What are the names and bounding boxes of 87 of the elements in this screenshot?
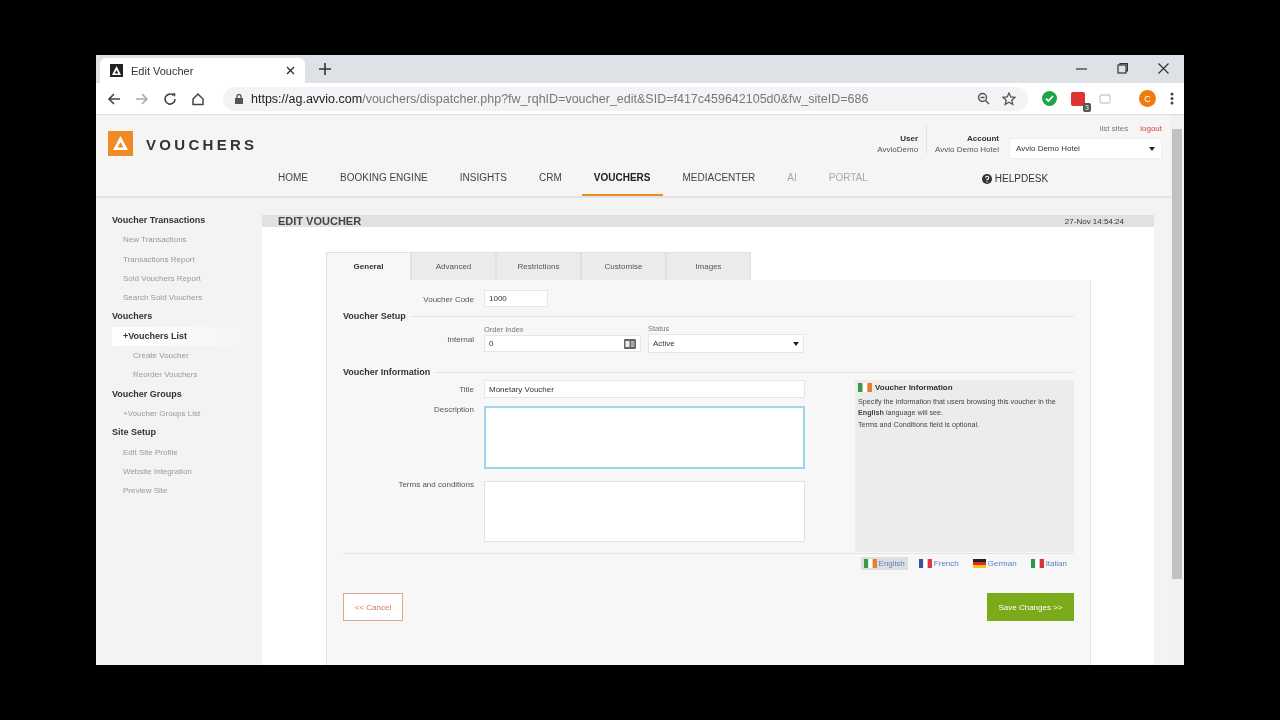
field-label: Description (433, 404, 474, 414)
user-value: AvvioDemo (877, 145, 919, 154)
description-field[interactable] (484, 406, 805, 469)
browser-tab[interactable]: Edit Voucher (100, 58, 305, 83)
url-text: https://ag.avvio.com/vouchers/dispatcher.php?fw_rqhID=voucher_edit&SID=f417c459642105d0&fw_siteID=686 (251, 91, 869, 106)
field-label: Title (458, 384, 474, 394)
language-link[interactable]: English (860, 557, 908, 570)
extension-icon[interactable] (1071, 91, 1085, 106)
save-button[interactable]: Save Changes >> (987, 593, 1074, 621)
language-link[interactable]: French (915, 557, 962, 570)
logout-link[interactable]: logout (1140, 124, 1162, 133)
sidebar-item[interactable]: New Transactions (112, 230, 262, 250)
info-box-title: Voucher Information (875, 383, 953, 392)
nav-link[interactable]: INSIGHTS (447, 161, 520, 196)
calculator-icon[interactable] (624, 338, 636, 349)
sidebar-heading: Voucher Groups (112, 387, 183, 401)
flag-icon (863, 559, 877, 568)
reload-icon[interactable] (163, 91, 177, 106)
flag-icon (972, 559, 986, 568)
field-label: Terms and conditions (397, 479, 474, 489)
list-sites-link[interactable]: list sites (1099, 124, 1129, 133)
language-link[interactable]: Italian (1027, 557, 1070, 570)
field-label: Internal (446, 333, 474, 344)
sidebar-item[interactable]: Preview Site (112, 481, 262, 501)
flag-icon (1030, 559, 1044, 568)
helpdesk-link[interactable]: HELPDESK (981, 161, 1049, 196)
nav-link[interactable]: BOOKING ENGINE (328, 161, 440, 196)
language-link[interactable]: German (969, 557, 1020, 570)
terms-field[interactable] (484, 481, 805, 542)
sidebar-item[interactable]: Reorder Vouchers (112, 365, 262, 385)
timestamp: 27-Nov 14:54:24 (1064, 216, 1124, 226)
logo-icon (110, 64, 123, 77)
lock-icon (235, 93, 243, 104)
help-icon (981, 173, 992, 184)
menu-icon[interactable] (1170, 92, 1174, 105)
cancel-button[interactable]: << Cancel (343, 593, 403, 621)
profile-avatar[interactable]: C (1139, 90, 1156, 107)
back-icon[interactable] (107, 91, 121, 106)
sidebar-item[interactable]: Transactions Report (112, 249, 262, 269)
close-icon[interactable] (1158, 63, 1169, 74)
sidebar-item[interactable]: Edit Site Profile (112, 442, 262, 462)
address-bar[interactable]: https://ag.avvio.com/vouchers/dispatcher.php?fw_rqhID=voucher_edit&SID=f417c459642105d0&fw_siteID=686 (223, 86, 1028, 111)
section-heading: Voucher Setup (343, 311, 406, 321)
flag-icon (918, 559, 932, 568)
scrollbar-thumb[interactable] (1172, 129, 1182, 579)
zoom-icon[interactable] (977, 92, 990, 105)
check-icon[interactable] (1042, 91, 1057, 106)
sidebar-item[interactable]: Sold Vouchers Report (112, 268, 262, 289)
nav-link[interactable]: CRM (527, 161, 574, 196)
sidebar-item[interactable]: Search Sold Vouchers (112, 288, 262, 308)
restore-icon[interactable] (1117, 63, 1128, 74)
scrollbar[interactable] (1170, 115, 1184, 665)
title-field[interactable]: Monetary Voucher (484, 380, 805, 398)
star-icon[interactable] (1002, 91, 1016, 106)
account-label: Account (967, 134, 999, 143)
home-icon[interactable] (191, 91, 205, 106)
tab[interactable]: Advanced (411, 252, 496, 280)
sidebar-heading: Vouchers (112, 310, 154, 324)
account-value: Avvio Demo Hotel (935, 145, 999, 154)
nav-link[interactable]: MEDIACENTER (670, 161, 768, 196)
sidebar-item[interactable]: Create Voucher (112, 346, 262, 366)
sidebar-item[interactable]: +Voucher Groups List (112, 403, 262, 424)
tab[interactable]: Restrictions (496, 252, 581, 280)
field-label: Voucher Code (422, 293, 474, 304)
site-select[interactable]: Avvio Demo Hotel (1009, 138, 1162, 159)
tab[interactable]: General (326, 252, 411, 280)
nav-link[interactable]: HOME (266, 161, 320, 196)
plus-icon[interactable] (319, 63, 331, 75)
user-label: User (900, 134, 919, 143)
brand-name: VOUCHERS (146, 136, 258, 153)
flag-icon (858, 383, 872, 392)
caret-icon (793, 341, 799, 346)
status-select[interactable]: Active (648, 334, 804, 353)
sidebar-heading: Site Setup (112, 426, 157, 440)
voucher-code-field[interactable]: 1000 (484, 290, 548, 307)
logo-icon (108, 131, 133, 156)
order-index-field[interactable]: 0 (484, 335, 641, 352)
close-icon[interactable] (286, 66, 295, 75)
page-title: EDIT VOUCHER (278, 215, 362, 227)
nav-link[interactable]: VOUCHERS (581, 161, 663, 196)
tab[interactable]: Customise (581, 252, 666, 280)
sidebar-heading: Voucher Transactions (112, 214, 207, 227)
tab[interactable]: Images (666, 252, 751, 280)
tab-title: Edit Voucher (131, 64, 195, 77)
caret-icon (1149, 146, 1155, 151)
section-heading: Voucher Information (343, 367, 431, 377)
sidebar-item[interactable]: Website Integration (112, 461, 262, 482)
